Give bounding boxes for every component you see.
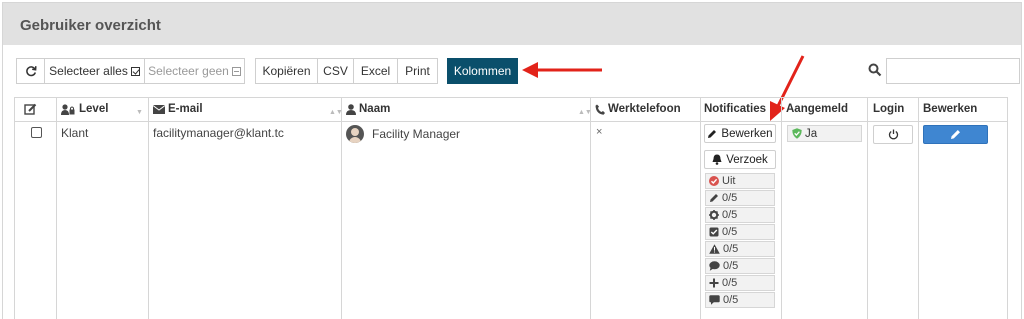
cell-level: Klant [61, 126, 89, 140]
shield-check-icon [792, 128, 802, 139]
sort-icon[interactable]: ▲▼ [329, 109, 343, 116]
cell-name: Facility Manager [372, 127, 461, 141]
notification-add-item: 0/5 [705, 275, 775, 291]
notification-status-item: Uit [705, 173, 775, 189]
header-logged-in[interactable]: Aangemeld [786, 97, 848, 121]
gear-icon [709, 210, 719, 220]
power-icon [888, 129, 898, 140]
sort-icon[interactable]: ▼ [136, 109, 143, 116]
checkbox-minus-icon [231, 66, 241, 76]
header-name[interactable]: Naam [346, 97, 390, 121]
header-select-column[interactable] [24, 97, 37, 121]
login-as-user-button[interactable] [873, 125, 913, 144]
columns-button[interactable]: Kolommen [447, 58, 518, 84]
bell-icon [712, 154, 722, 165]
pencil-icon [710, 194, 718, 202]
search-icon [868, 63, 882, 77]
message-icon [709, 295, 720, 305]
users-lock-icon [61, 103, 75, 115]
header-email[interactable]: E-mail [153, 97, 203, 121]
print-button[interactable]: Print [397, 58, 438, 84]
envelope-icon [153, 104, 165, 114]
select-all-label: Selecteer alles [49, 64, 128, 78]
page-title: Gebruiker overzicht [20, 17, 161, 34]
copy-button[interactable]: Kopiëren [255, 58, 318, 84]
notification-message-item: 0/5 [705, 292, 775, 308]
logged-in-badge: Ja [787, 125, 862, 142]
notification-warning-item: 0/5 [705, 241, 775, 257]
excel-button[interactable]: Excel [353, 58, 398, 84]
csv-button[interactable]: CSV [317, 58, 354, 84]
user-icon [346, 103, 356, 115]
pencil-icon [951, 130, 960, 139]
cell-email: facilitymanager@klant.tc [153, 126, 284, 140]
header-edit[interactable]: Bewerken [923, 97, 977, 121]
header-work-phone[interactable]: Werktelefoon [595, 97, 681, 121]
row-select-checkbox[interactable] [31, 127, 42, 138]
notification-settings-item: 0/5 [705, 207, 775, 223]
warning-icon [709, 244, 720, 254]
header-level[interactable]: Level [61, 97, 108, 121]
sort-icon[interactable]: ▲▼ [578, 109, 592, 116]
notification-comment-item: 0/5 [705, 258, 775, 274]
refresh-icon [25, 66, 37, 77]
select-none-button[interactable]: Selecteer geen [144, 58, 245, 84]
notifications-edit-button[interactable]: Bewerken [704, 124, 776, 143]
checkbox-checked-icon [130, 66, 140, 76]
select-none-label: Selecteer geen [148, 64, 229, 78]
comment-icon [709, 261, 720, 271]
edit-user-button[interactable] [923, 125, 988, 144]
panel-header: Gebruiker overzicht [3, 3, 1021, 45]
notification-edit-item: 0/5 [705, 190, 775, 206]
notification-task-item: 0/5 [705, 224, 775, 240]
refresh-button[interactable] [16, 58, 45, 84]
cell-work-phone: × [596, 126, 603, 138]
pencil-icon [708, 129, 717, 138]
checkbox-icon [709, 227, 719, 237]
header-login[interactable]: Login [873, 97, 904, 121]
avatar [346, 125, 364, 143]
notifications-request-button[interactable]: Verzoek [704, 150, 776, 169]
phone-icon [595, 104, 605, 115]
plus-icon [709, 278, 719, 288]
search-input[interactable] [886, 58, 1020, 84]
edit-square-icon [24, 103, 37, 115]
status-off-icon [709, 176, 719, 186]
header-notifications[interactable]: Notificaties [704, 97, 766, 121]
select-all-button[interactable]: Selecteer alles [44, 58, 145, 84]
